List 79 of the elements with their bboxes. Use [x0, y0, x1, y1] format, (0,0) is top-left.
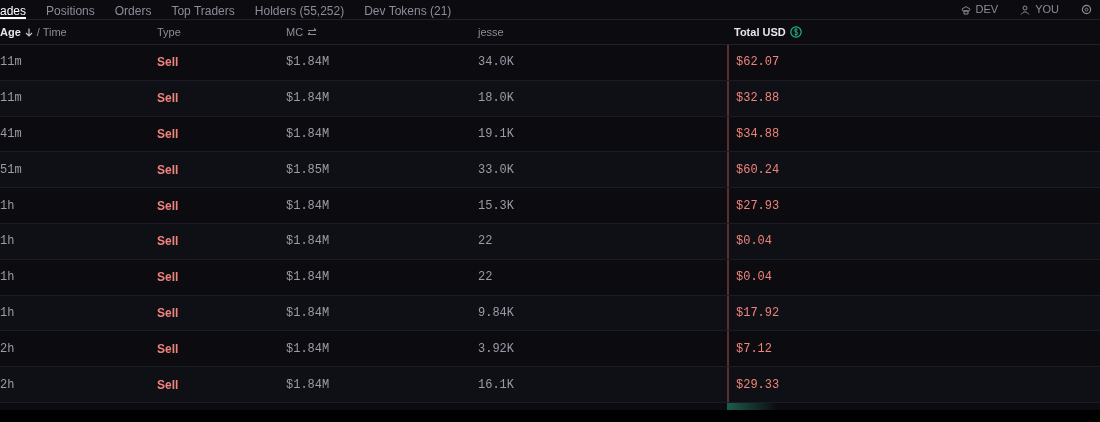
table-cell-text: 16.1K [478, 376, 514, 394]
table-cell-text: $1.84M [286, 304, 330, 322]
table-cell-text: 1h [0, 304, 15, 322]
tab[interactable]: Holders (55,252) [254, 0, 345, 19]
table-cell-text: $7.12 [736, 340, 772, 358]
dollar-coin-icon[interactable] [789, 26, 802, 38]
table-cell-text: 33.0K [478, 161, 514, 179]
table-cell-text: $1.84M [286, 54, 330, 72]
table-row[interactable]: 2h Sell $1.84M 3.92K $7.12 [0, 331, 1100, 368]
table-row[interactable]: 1h Sell $1.84M 15.3K $27.93 [0, 188, 1100, 224]
table-cell-text: Sell [157, 161, 179, 179]
table-cell-text: $62.07 [736, 54, 780, 72]
table-cell-text: $17.92 [736, 304, 780, 322]
table-cell-text: 1h [0, 197, 15, 215]
table-cell-text: 9.84K [478, 304, 514, 322]
tab[interactable]: Dev Tokens (21) [364, 0, 452, 19]
table-cell-text: 41m [0, 126, 22, 143]
table-cell-text: 11m [0, 54, 22, 72]
column-header[interactable]: jesse [478, 23, 504, 41]
table-row[interactable]: 2h Sell $1.84M 16.1K $29.33 [0, 367, 1100, 403]
table-row[interactable]: 41m Sell $1.84M 19.1K $34.88 [0, 116, 1100, 153]
table-cell-text: Sell [157, 340, 179, 358]
table-row[interactable]: 1h Sell $1.84M 22 $0.04 [0, 259, 1100, 296]
table-cell-text: $1.84M [286, 90, 330, 108]
table-cell-text: 51m [0, 161, 22, 179]
table-cell-text: Sell [157, 54, 179, 72]
table-cell-text: 34.0K [478, 54, 514, 72]
column-header[interactable]: Age [0, 23, 21, 41]
table-cell-text: 1h [0, 233, 15, 251]
table-cell-text: Sell [157, 304, 179, 322]
table-row[interactable]: 11m Sell $1.84M 34.0K $62.07 [0, 45, 1100, 81]
table-cell-text: Sell [157, 126, 179, 143]
table-row[interactable]: 51m Sell $1.85M 33.0K $60.24 [0, 152, 1100, 189]
table-cell-text: Sell [157, 376, 179, 394]
column-header[interactable]: Type [157, 23, 181, 41]
table-cell-text: 11m [0, 90, 22, 108]
table-cell-text: $60.24 [736, 161, 780, 179]
table-cell-text: Sell [157, 197, 179, 215]
table-cell-text: $1.84M [286, 126, 330, 143]
tab[interactable]: Orders [114, 0, 152, 19]
table-row[interactable]: 11m Sell $1.84M 18.0K $32.88 [0, 80, 1100, 117]
table-cell-text: $1.84M [286, 340, 330, 358]
column-header[interactable]: / Time [36, 23, 67, 41]
table-cell-text: 18.0K [478, 90, 514, 108]
table-cell-text: Sell [157, 90, 179, 108]
table-cell-text: $32.88 [736, 90, 780, 108]
table-cell-text: 22 [478, 233, 493, 251]
table-row[interactable]: 1h Sell $1.84M 9.84K $17.92 [0, 295, 1100, 332]
table-cell-text: 22 [478, 269, 493, 287]
table-cell-text: $1.85M [286, 161, 330, 179]
tab[interactable]: Positions [46, 0, 95, 19]
settings-icon[interactable] [1081, 4, 1092, 15]
table-cell-text: 15.3K [478, 197, 514, 215]
table-cell-text: $1.84M [286, 233, 330, 251]
filter-button[interactable]: YOU [1020, 1, 1059, 18]
table-row[interactable]: 1h Sell $1.84M 22 $0.04 [0, 224, 1100, 260]
table-cell-text: $27.93 [736, 197, 780, 215]
table-cell-text: 1h [0, 269, 15, 287]
table-cell-text: $1.84M [286, 269, 330, 287]
tab[interactable]: ades [0, 0, 27, 19]
table-cell-text: $0.04 [736, 233, 772, 251]
column-header[interactable]: Total USD [734, 23, 786, 41]
filter-button[interactable]: DEV [960, 1, 999, 18]
user-icon [1020, 4, 1031, 15]
table-cell-text: 19.1K [478, 126, 514, 143]
progress-strip [727, 403, 777, 410]
swap-icon[interactable] [307, 27, 318, 37]
table-cell-text: $29.33 [736, 376, 780, 394]
table-cell-text: $1.84M [286, 197, 330, 215]
tab[interactable]: Top Traders [171, 0, 235, 19]
table-cell-text: $1.84M [286, 376, 330, 394]
table-cell-text: 2h [0, 340, 15, 358]
table-cell-text: Sell [157, 233, 179, 251]
table-cell-text: 3.92K [478, 340, 514, 358]
table-cell-text: $34.88 [736, 126, 780, 143]
table-cell-text: Sell [157, 269, 179, 287]
table-cell-text: 2h [0, 376, 15, 394]
table-cell-text: $0.04 [736, 269, 772, 287]
column-header[interactable]: MC [286, 23, 304, 41]
